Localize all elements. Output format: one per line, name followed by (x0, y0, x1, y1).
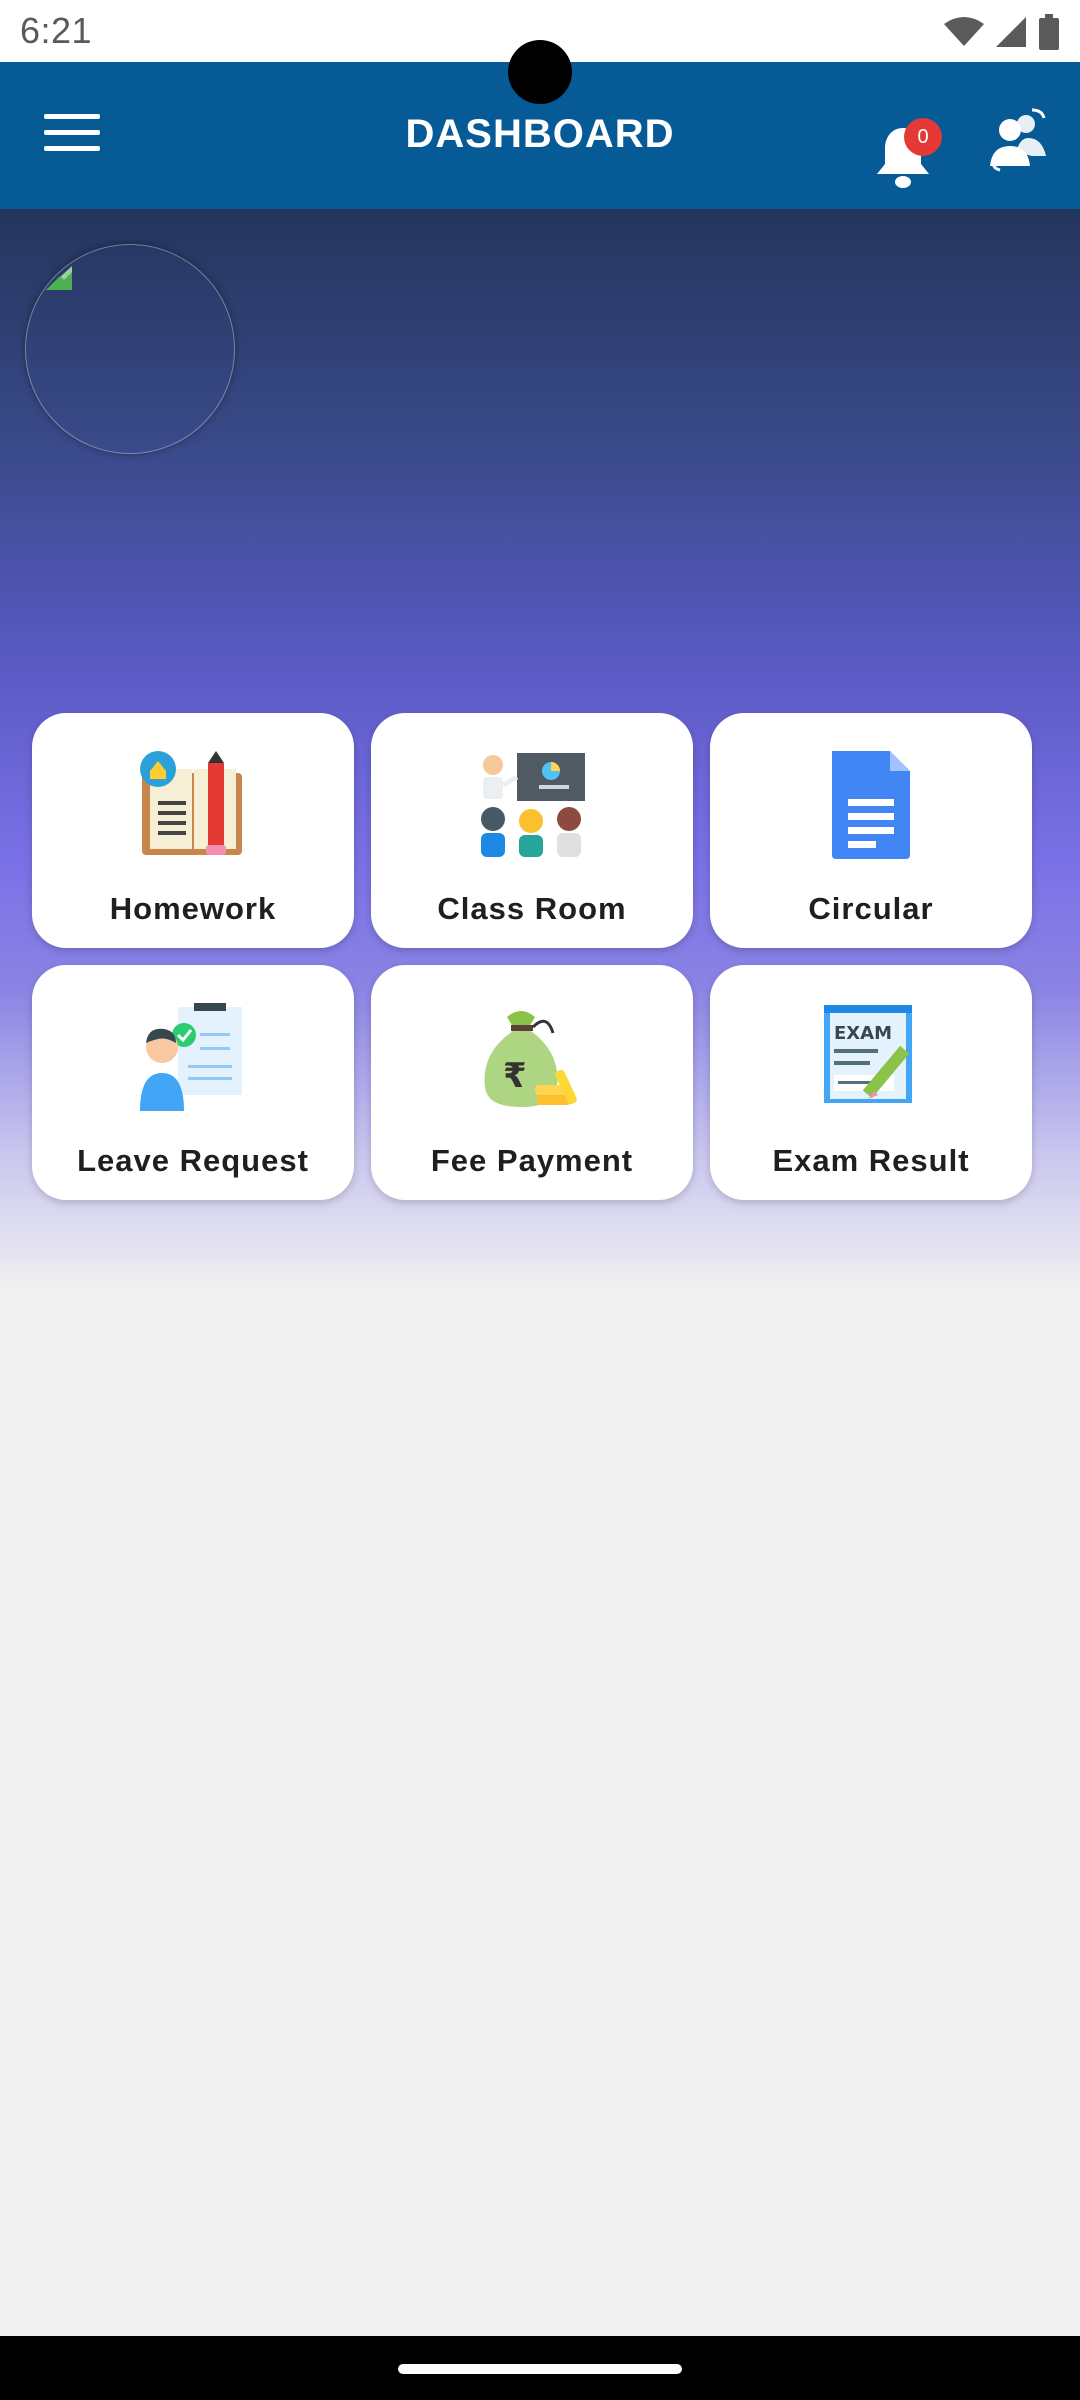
tile-label: Fee Payment (430, 1143, 634, 1178)
cellular-signal-icon (996, 17, 1026, 47)
tile-homework[interactable]: Homework (32, 713, 354, 948)
tile-leave-request[interactable]: Leave Request (32, 965, 354, 1200)
exam-icon: EXAM (824, 1005, 912, 1103)
leave-request-icon (140, 1003, 242, 1111)
switch-user-icon (990, 108, 1046, 172)
tile-label: Homework (109, 891, 277, 926)
tile-label: Circular (808, 891, 934, 926)
notification-badge: 0 (904, 118, 942, 156)
svg-text:₹: ₹ (503, 1056, 527, 1096)
broken-image-icon (46, 266, 72, 290)
document-icon (832, 751, 910, 859)
status-time: 6:21 (20, 10, 93, 51)
tile-exam-result[interactable]: EXAM Exam Result (710, 965, 1032, 1200)
battery-icon (1039, 14, 1059, 50)
wifi-icon (944, 17, 984, 46)
home-indicator[interactable] (398, 2364, 682, 2374)
dashboard-screen: 6:21 DASHBOARD 0 Homework Class Room Cir… (0, 0, 1080, 2400)
tile-fee-payment[interactable]: ₹ Fee Payment (371, 965, 693, 1200)
tile-classroom[interactable]: Class Room (371, 713, 693, 948)
status-icons (944, 12, 1060, 52)
tile-label: Exam Result (772, 1143, 970, 1178)
classroom-icon (481, 753, 585, 857)
switch-user-button[interactable] (988, 106, 1048, 172)
tile-circular[interactable]: Circular (710, 713, 1032, 948)
tile-label: Leave Request (77, 1143, 309, 1178)
money-bag-icon: ₹ (484, 1011, 577, 1107)
svg-text:EXAM: EXAM (834, 1023, 892, 1044)
camera-cutout (508, 40, 572, 104)
homework-book-icon (140, 751, 242, 855)
tile-label: Class Room (437, 891, 627, 926)
